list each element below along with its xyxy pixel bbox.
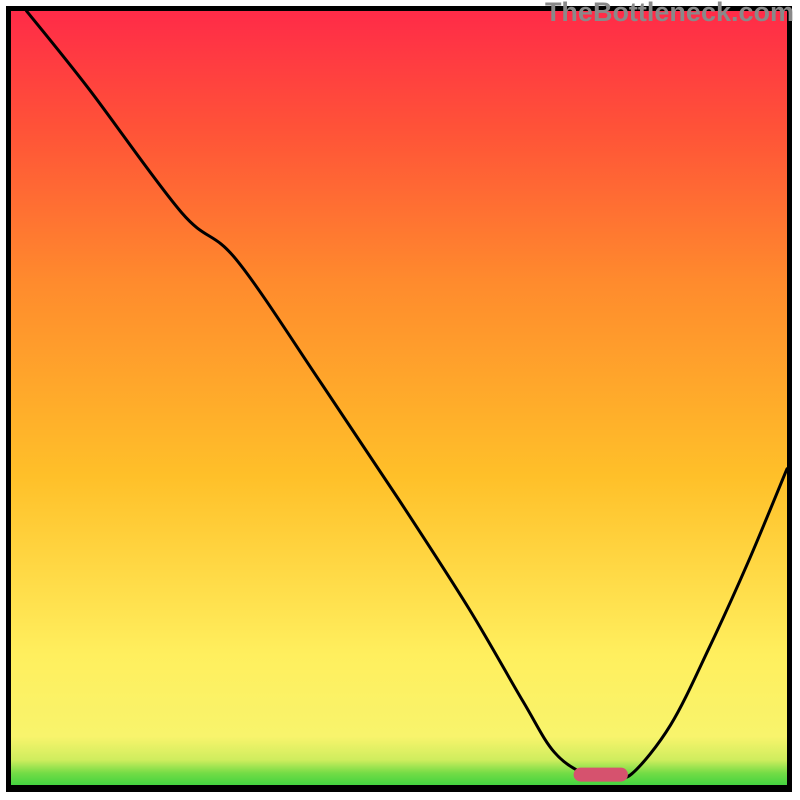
chart-plot	[11, 11, 787, 787]
chart-svg	[11, 11, 787, 787]
chart-frame: TheBottleneck.com	[0, 0, 800, 800]
gradient-background	[11, 11, 787, 787]
target-marker	[574, 768, 628, 782]
watermark-text: TheBottleneck.com	[545, 0, 794, 28]
